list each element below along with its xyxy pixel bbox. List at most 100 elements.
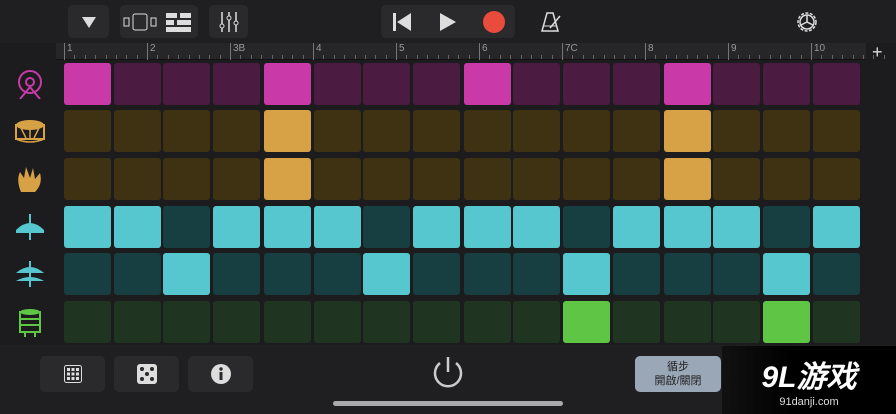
instrument-open-hihat-button[interactable] xyxy=(12,256,48,292)
step-cell-snare-16[interactable] xyxy=(812,110,860,152)
step-cell-open-hihat-4[interactable] xyxy=(212,253,260,295)
step-cell-kick-13[interactable] xyxy=(663,63,711,105)
step-cell-tom-14[interactable] xyxy=(713,301,761,343)
step-cell-kick-10[interactable] xyxy=(513,63,561,105)
step-cell-clap-4[interactable] xyxy=(212,158,260,200)
step-cell-closed-hihat-6[interactable] xyxy=(313,206,361,248)
step-cell-kick-1[interactable] xyxy=(64,63,111,105)
power-button[interactable] xyxy=(430,355,466,396)
step-cell-open-hihat-5[interactable] xyxy=(263,253,311,295)
step-cell-clap-14[interactable] xyxy=(713,158,761,200)
step-cell-open-hihat-8[interactable] xyxy=(412,253,460,295)
step-cell-kick-9[interactable] xyxy=(463,63,511,105)
timeline-ruler[interactable]: 1 2 3B 4 5 6 7C 8 9 10 xyxy=(56,43,885,60)
step-cell-closed-hihat-16[interactable] xyxy=(812,206,860,248)
step-cell-clap-16[interactable] xyxy=(812,158,860,200)
step-cell-closed-hihat-4[interactable] xyxy=(212,206,260,248)
step-cell-snare-10[interactable] xyxy=(513,110,561,152)
add-section-button[interactable]: + xyxy=(872,42,883,63)
info-button[interactable] xyxy=(188,356,253,392)
pattern-grid-button[interactable] xyxy=(40,356,105,392)
step-cell-closed-hihat-9[interactable] xyxy=(463,206,511,248)
step-cell-tom-10[interactable] xyxy=(513,301,561,343)
step-cell-tom-6[interactable] xyxy=(313,301,361,343)
step-cell-snare-6[interactable] xyxy=(313,110,361,152)
step-cell-snare-9[interactable] xyxy=(463,110,511,152)
step-cell-kick-4[interactable] xyxy=(212,63,260,105)
step-cell-snare-3[interactable] xyxy=(163,110,211,152)
step-cell-closed-hihat-2[interactable] xyxy=(113,206,161,248)
step-cell-closed-hihat-8[interactable] xyxy=(412,206,460,248)
step-cell-snare-13[interactable] xyxy=(663,110,711,152)
instrument-clap-button[interactable] xyxy=(12,161,48,197)
instrument-snare-button[interactable] xyxy=(12,113,48,149)
step-cell-tom-16[interactable] xyxy=(812,301,860,343)
step-cell-open-hihat-14[interactable] xyxy=(713,253,761,295)
track-view-button[interactable] xyxy=(120,5,160,38)
step-cell-open-hihat-3[interactable] xyxy=(163,253,211,295)
step-cell-kick-3[interactable] xyxy=(163,63,211,105)
step-cell-tom-11[interactable] xyxy=(563,301,610,343)
step-cell-snare-7[interactable] xyxy=(363,110,411,152)
step-cell-clap-2[interactable] xyxy=(113,158,161,200)
settings-button[interactable] xyxy=(788,5,826,38)
randomize-button[interactable] xyxy=(114,356,179,392)
step-cell-closed-hihat-3[interactable] xyxy=(163,206,211,248)
play-button[interactable] xyxy=(423,5,472,38)
step-cell-open-hihat-10[interactable] xyxy=(513,253,561,295)
step-cell-open-hihat-13[interactable] xyxy=(663,253,711,295)
home-indicator[interactable] xyxy=(333,401,563,406)
step-cell-clap-11[interactable] xyxy=(563,158,610,200)
sequencer-view-button[interactable] xyxy=(160,5,198,38)
step-cell-kick-8[interactable] xyxy=(412,63,460,105)
step-cell-closed-hihat-12[interactable] xyxy=(612,206,660,248)
step-cell-open-hihat-1[interactable] xyxy=(64,253,111,295)
step-cell-kick-14[interactable] xyxy=(713,63,761,105)
step-cell-tom-8[interactable] xyxy=(412,301,460,343)
metronome-button[interactable] xyxy=(532,5,570,38)
step-cell-open-hihat-6[interactable] xyxy=(313,253,361,295)
step-cell-snare-11[interactable] xyxy=(563,110,610,152)
step-cell-closed-hihat-13[interactable] xyxy=(663,206,711,248)
step-cell-clap-12[interactable] xyxy=(612,158,660,200)
step-cell-clap-15[interactable] xyxy=(762,158,810,200)
step-cell-kick-2[interactable] xyxy=(113,63,161,105)
step-cell-kick-15[interactable] xyxy=(762,63,810,105)
step-cell-clap-7[interactable] xyxy=(363,158,411,200)
step-cell-snare-2[interactable] xyxy=(113,110,161,152)
step-cell-kick-5[interactable] xyxy=(263,63,311,105)
step-cell-clap-5[interactable] xyxy=(263,158,311,200)
go-to-start-button[interactable] xyxy=(381,5,423,38)
step-cell-snare-14[interactable] xyxy=(713,110,761,152)
step-cell-kick-6[interactable] xyxy=(313,63,361,105)
step-cell-open-hihat-16[interactable] xyxy=(812,253,860,295)
mixer-button[interactable] xyxy=(209,5,248,38)
step-cell-clap-9[interactable] xyxy=(463,158,511,200)
step-cell-kick-11[interactable] xyxy=(563,63,610,105)
instrument-kick-button[interactable] xyxy=(12,66,48,102)
step-loop-toggle-button[interactable]: 循步 開啟/關閉 xyxy=(635,356,721,392)
step-cell-clap-6[interactable] xyxy=(313,158,361,200)
step-cell-closed-hihat-7[interactable] xyxy=(363,206,411,248)
step-cell-clap-8[interactable] xyxy=(412,158,460,200)
step-cell-closed-hihat-1[interactable] xyxy=(64,206,111,248)
step-cell-clap-3[interactable] xyxy=(163,158,211,200)
step-cell-tom-15[interactable] xyxy=(762,301,810,343)
step-cell-tom-5[interactable] xyxy=(263,301,311,343)
step-cell-tom-2[interactable] xyxy=(113,301,161,343)
step-cell-snare-15[interactable] xyxy=(762,110,810,152)
step-cell-kick-16[interactable] xyxy=(812,63,860,105)
step-cell-closed-hihat-10[interactable] xyxy=(513,206,561,248)
step-cell-closed-hihat-14[interactable] xyxy=(713,206,761,248)
step-cell-tom-3[interactable] xyxy=(163,301,211,343)
instrument-tom-button[interactable] xyxy=(12,304,48,340)
step-cell-kick-7[interactable] xyxy=(363,63,411,105)
step-cell-closed-hihat-5[interactable] xyxy=(263,206,311,248)
step-cell-open-hihat-2[interactable] xyxy=(113,253,161,295)
step-cell-tom-13[interactable] xyxy=(663,301,711,343)
step-cell-tom-9[interactable] xyxy=(463,301,511,343)
step-cell-clap-1[interactable] xyxy=(64,158,111,200)
step-cell-snare-4[interactable] xyxy=(212,110,260,152)
step-cell-kick-12[interactable] xyxy=(612,63,660,105)
step-cell-clap-10[interactable] xyxy=(513,158,561,200)
